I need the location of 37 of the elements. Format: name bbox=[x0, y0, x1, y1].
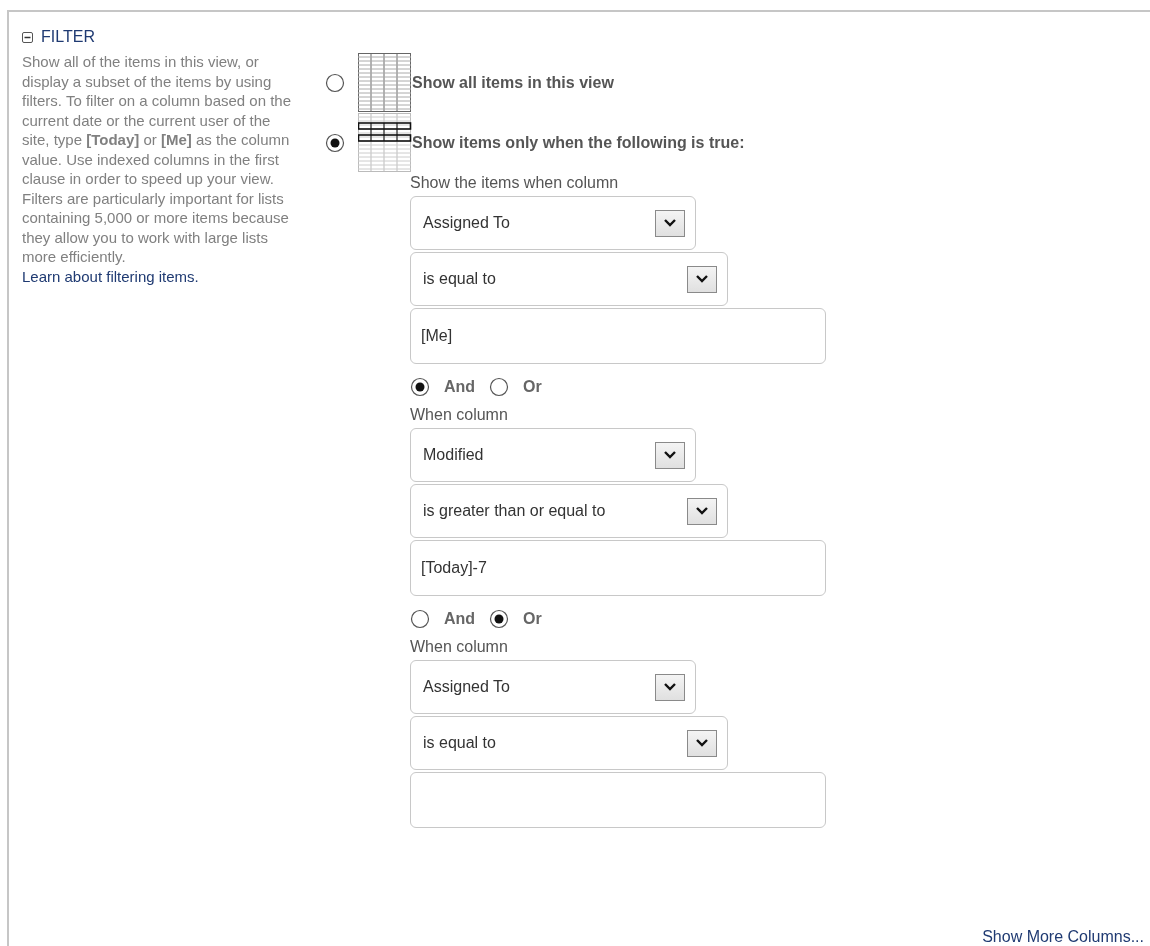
value-field[interactable]: [Me] bbox=[410, 308, 826, 364]
radio-button[interactable] bbox=[489, 377, 510, 397]
field-label: When column bbox=[410, 405, 509, 425]
radio-button[interactable] bbox=[489, 609, 510, 629]
value-field[interactable] bbox=[410, 772, 826, 828]
chevron-down-icon bbox=[695, 274, 709, 284]
option-label: Show items only when the following is true: bbox=[412, 134, 745, 152]
radio-label: Or bbox=[523, 378, 542, 396]
operator-dropdown[interactable]: is equal to bbox=[410, 716, 728, 770]
radio-button[interactable] bbox=[410, 377, 430, 397]
radio-label: And bbox=[444, 610, 476, 628]
column-dropdown[interactable]: Assigned To bbox=[410, 196, 696, 250]
section-title: FILTER bbox=[41, 28, 95, 46]
field-label: Show the items when column bbox=[410, 173, 620, 193]
radio-button[interactable] bbox=[325, 133, 345, 153]
radio-button[interactable] bbox=[325, 73, 345, 93]
radio-button[interactable] bbox=[410, 609, 430, 629]
operator-dropdown[interactable]: is greater than or equal to bbox=[410, 484, 728, 538]
chevron-down-icon bbox=[663, 218, 677, 228]
value-field[interactable]: [Today]-7 bbox=[410, 540, 826, 596]
operator-dropdown[interactable]: is equal to bbox=[410, 252, 728, 306]
chevron-down-icon bbox=[663, 450, 677, 460]
chevron-down-icon bbox=[663, 682, 677, 692]
radio-label: Or bbox=[523, 610, 542, 628]
column-dropdown[interactable]: Modified bbox=[410, 428, 696, 482]
collapse-icon[interactable] bbox=[22, 31, 33, 43]
show-more-link[interactable]: Show More Columns... bbox=[982, 928, 1144, 946]
table-icon bbox=[358, 53, 412, 113]
radio-label: And bbox=[444, 378, 476, 396]
column-dropdown[interactable]: Assigned To bbox=[410, 660, 696, 714]
filtered-table-icon bbox=[358, 113, 412, 173]
chevron-down-icon bbox=[695, 506, 709, 516]
description-text: Show all of the items in this view, or display a subset of the items by using filters. To filter on a column based on the current date or the current user of the site, type [Today] or [Me] as the column value. Use indexed columns in the first clause in order to speed up your view. Filters are particularly important for lists containing 5,000 or more items because they allow you to work with large lists more efficiently. bbox=[22, 52, 293, 267]
learn-link[interactable]: Learn about filtering items. bbox=[22, 266, 199, 286]
field-label: When column bbox=[410, 637, 509, 657]
chevron-down-icon bbox=[695, 738, 709, 748]
option-label: Show all items in this view bbox=[412, 74, 614, 92]
